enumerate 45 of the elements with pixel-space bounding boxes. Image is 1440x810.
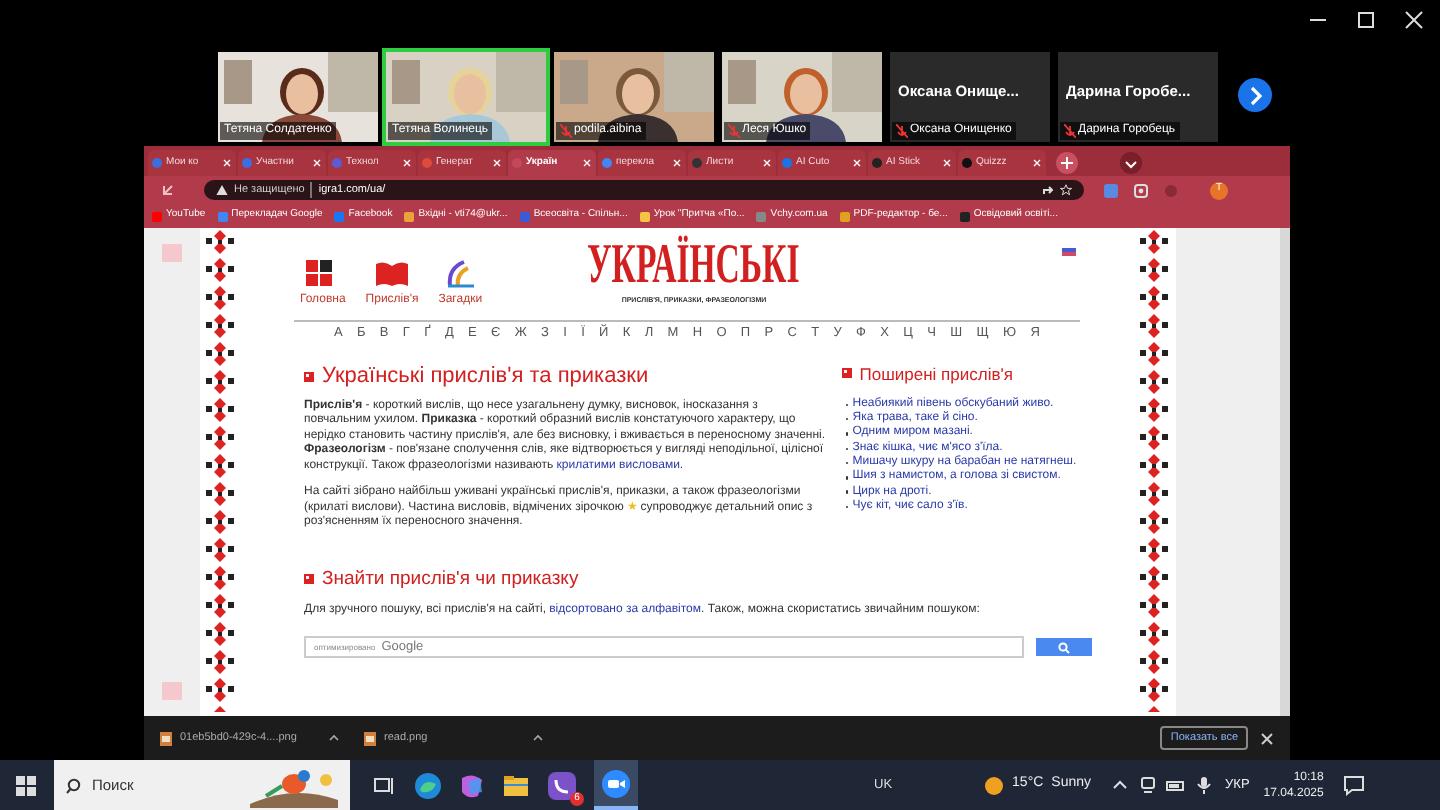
section-heading: Українські прислів'я та приказки (322, 363, 649, 390)
taskbar-app-button[interactable] (594, 760, 638, 810)
windows-icon[interactable] (16, 775, 36, 795)
device-icon[interactable] (1139, 776, 1156, 794)
square-icon (304, 371, 314, 382)
copilot-icon[interactable] (458, 771, 486, 799)
search-button[interactable] (1036, 638, 1092, 657)
folder-icon[interactable] (502, 771, 530, 799)
section-heading: Знайти прислів'я чи приказку (322, 567, 579, 590)
battery-icon[interactable] (1165, 777, 1186, 793)
close-icon[interactable] (1404, 10, 1424, 30)
caret-icon (1124, 157, 1138, 169)
video-camera-icon (602, 769, 630, 797)
search-icon (66, 777, 82, 793)
warning-icon (216, 184, 228, 196)
section-heading: Поширені прислів'я (859, 363, 1013, 384)
site-logo: УКРАЇНСЬКІ (587, 236, 801, 296)
tab-search-button[interactable] (1120, 152, 1142, 174)
next-button[interactable] (1238, 78, 1272, 112)
phone-app-icon[interactable] (546, 769, 578, 801)
edge-icon[interactable] (414, 771, 442, 799)
chevron-up-icon[interactable] (1111, 778, 1128, 792)
back-icon[interactable] (160, 182, 176, 198)
arc-icon (444, 260, 477, 288)
image-file-icon (364, 731, 376, 745)
square-icon (841, 368, 852, 379)
sun-icon[interactable] (984, 775, 1005, 795)
close-icon[interactable] (1260, 731, 1274, 745)
book-icon (376, 260, 408, 288)
caret-icon (328, 732, 340, 744)
star-icon[interactable] (1060, 184, 1072, 196)
image-file-icon (160, 731, 172, 745)
share-icon[interactable] (1042, 184, 1054, 196)
microphone-icon[interactable] (1195, 776, 1212, 794)
square-icon (304, 573, 314, 584)
search-icon (1058, 641, 1070, 654)
notification-icon[interactable] (1343, 775, 1364, 795)
caret-icon (532, 732, 544, 744)
task-view-icon[interactable] (374, 775, 394, 795)
scrollbar[interactable] (1280, 228, 1290, 716)
plus-icon (1060, 156, 1074, 170)
maximize-icon[interactable] (1356, 10, 1376, 30)
chevron-right-icon (1247, 85, 1263, 105)
extension-icon[interactable] (1134, 183, 1148, 197)
new-tab-button[interactable] (1056, 152, 1078, 174)
